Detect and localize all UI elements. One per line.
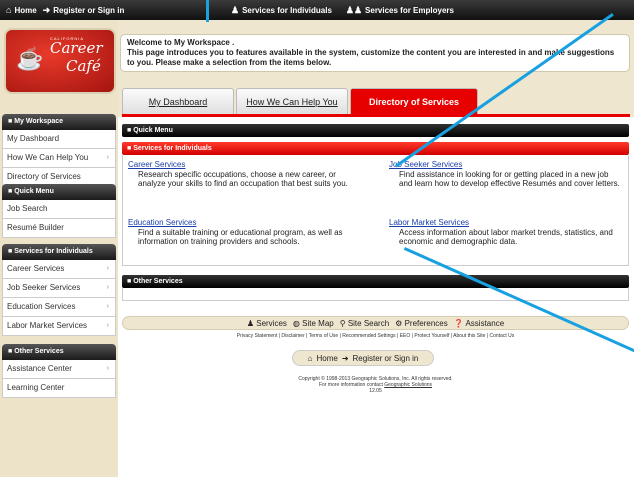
chevron-right-icon: › (106, 365, 109, 372)
sidebar-item-career-services[interactable]: Career Services › (2, 260, 116, 279)
tab-directory-of-services[interactable]: Directory of Services (350, 88, 478, 116)
register-arrow-icon: ➜ (341, 353, 349, 363)
sidebar-item-labor-market-services[interactable]: Labor Market Services › (2, 317, 116, 336)
my-workspace-menu: ■ My Workspace My Dashboard How We Can H… (2, 114, 116, 187)
services-individuals-link[interactable]: ♟ Services for Individuals (231, 5, 332, 16)
sidebar-item-my-dashboard[interactable]: My Dashboard (2, 130, 116, 149)
career-cafe-logo[interactable]: ☕ CALIFORNIA Career Café (6, 30, 114, 92)
sidebar-item-job-search[interactable]: Job Search (2, 200, 116, 219)
sidebar-item-education-services[interactable]: Education Services › (2, 298, 116, 317)
globe-icon: ◍ (292, 318, 300, 328)
help-icon: ❓ (453, 318, 464, 328)
top-navigation-bar: ⌂ Home ➜ Register or Sign in ♟ Services for… (0, 0, 634, 20)
chevron-right-icon: › (106, 284, 109, 291)
footer-assistance-link[interactable]: ❓ Assistance (454, 319, 504, 328)
chevron-right-icon: › (106, 265, 109, 272)
career-services-link[interactable]: Career Services (128, 160, 363, 170)
services-employers-link[interactable]: ♟♟ Services for Employers (346, 5, 454, 16)
group-icon: ♟♟ (345, 4, 363, 15)
footer-nav: ♟ Services ◍ Site Map ⚲ Site Search ⚙ Pr… (122, 316, 629, 330)
register-link[interactable]: ➜ Register or Sign in (43, 5, 125, 16)
chevron-right-icon: › (106, 322, 109, 329)
menu-header: ■ Quick Menu (2, 184, 116, 200)
footer: ♟ Services ◍ Site Map ⚲ Site Search ⚙ Pr… (122, 316, 629, 416)
tab-how-we-can-help[interactable]: How We Can Help You (236, 88, 348, 116)
footer-site-map-link[interactable]: ◍ Site Map (293, 319, 334, 328)
annotation-line (206, 0, 209, 22)
other-services-panel (122, 288, 629, 301)
sidebar-item-resume-builder[interactable]: Resumé Builder (2, 219, 116, 238)
other-services-bar[interactable]: ■ Other Services (122, 275, 629, 288)
other-services-menu: ■ Other Services Assistance Center › Lear… (2, 344, 116, 398)
labor-market-services-link[interactable]: Labor Market Services (389, 218, 624, 228)
sidebar-item-job-seeker-services[interactable]: Job Seeker Services › (2, 279, 116, 298)
main-panel: My Dashboard How We Can Help You Directo… (118, 82, 634, 477)
home-link[interactable]: ⌂ Home (6, 5, 37, 15)
sidebar-item-how-we-can-help[interactable]: How We Can Help You › (2, 149, 116, 168)
job-seeker-services-link[interactable]: Job Seeker Services (389, 160, 624, 170)
footer-services-link[interactable]: ♟ Services (247, 319, 287, 328)
person-icon: ♟ (231, 4, 240, 15)
service-career: Career Services Research specific occupa… (128, 160, 363, 189)
education-services-link[interactable]: Education Services (128, 218, 363, 228)
chevron-right-icon: › (106, 303, 109, 310)
geographic-solutions-link[interactable]: Geographic Solutions (384, 382, 432, 388)
person-icon: ♟ (246, 318, 254, 328)
menu-header: ■ Services for Individuals (2, 244, 116, 260)
left-sidebar: ☕ CALIFORNIA Career Café ■ My Workspace … (0, 20, 118, 477)
home-icon: ⌂ (6, 5, 12, 15)
home-icon: ⌂ (307, 353, 313, 363)
service-education: Education Services Find a suitable train… (128, 218, 363, 247)
directory-content: ■ Quick Menu ■ Services for Individuals … (118, 117, 634, 477)
register-arrow-icon: ➜ (42, 4, 51, 15)
quick-menu: ■ Quick Menu Job Search Resumé Builder (2, 184, 116, 238)
tab-bar: My Dashboard How We Can Help You Directo… (122, 88, 630, 116)
chevron-right-icon: › (106, 154, 109, 161)
quick-menu-bar[interactable]: ■ Quick Menu (122, 124, 629, 137)
footer-preferences-link[interactable]: ⚙ Preferences (395, 319, 448, 328)
search-icon: ⚲ (339, 318, 346, 328)
footer-site-search-link[interactable]: ⚲ Site Search (340, 319, 389, 328)
preferences-icon: ⚙ (395, 318, 403, 328)
sidebar-item-assistance-center[interactable]: Assistance Center › (2, 360, 116, 379)
copyright: Copyright © 1998-2013 Geographic Solutio… (298, 376, 453, 394)
footer-links[interactable]: Privacy Statement | Disclaimer | Terms o… (122, 333, 629, 339)
sidebar-item-learning-center[interactable]: Learning Center (2, 379, 116, 398)
menu-header: ■ My Workspace (2, 114, 116, 130)
menu-header: ■ Other Services (2, 344, 116, 360)
tab-my-dashboard[interactable]: My Dashboard (122, 88, 234, 116)
coffee-cup-icon: ☕ (16, 46, 44, 71)
footer-home-register-button[interactable]: ⌂ Home ➜ Register or Sign in (292, 350, 434, 366)
service-labor-market: Labor Market Services Access information… (389, 218, 624, 247)
service-job-seeker: Job Seeker Services Find assistance in l… (389, 160, 624, 189)
services-individuals-menu: ■ Services for Individuals Career Servic… (2, 244, 116, 336)
